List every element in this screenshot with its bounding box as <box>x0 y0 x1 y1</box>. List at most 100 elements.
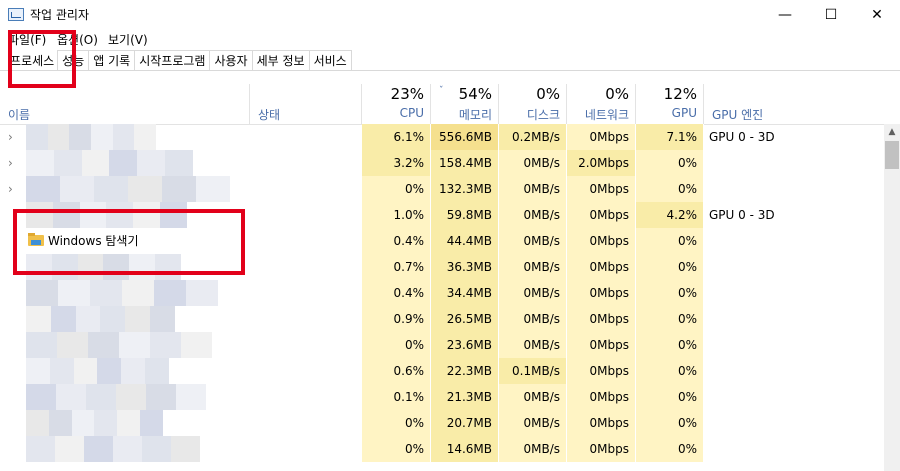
gpu-value: 0% <box>636 410 704 436</box>
gpu-label: GPU <box>671 106 697 120</box>
gpu-value: 0% <box>636 384 704 410</box>
process-row[interactable]: 0% 14.6MB 0MB/s 0Mbps 0% <box>0 436 884 462</box>
net-value: 0Mbps <box>567 176 636 202</box>
cpu-value: 0% <box>362 176 431 202</box>
maximize-button[interactable]: ☐ <box>808 0 854 30</box>
vertical-scrollbar[interactable]: ▲ <box>884 124 900 471</box>
redacted-process-name <box>26 124 157 150</box>
mem-value: 23.6MB <box>431 332 499 358</box>
net-value: 0Mbps <box>567 228 636 254</box>
process-row[interactable]: 0.1% 21.3MB 0MB/s 0Mbps 0% <box>0 384 884 410</box>
menu-view[interactable]: 보기(V) <box>108 31 148 48</box>
column-gpu-engine[interactable]: GPU 엔진 <box>704 84 884 124</box>
disk-total-pct: 0% <box>536 85 560 103</box>
mem-value: 22.3MB <box>431 358 499 384</box>
gpu-value: 0% <box>636 436 704 462</box>
tab-app-history[interactable]: 앱 기록 <box>88 50 136 70</box>
cpu-value: 1.0% <box>362 202 431 228</box>
mem-value: 36.3MB <box>431 254 499 280</box>
gpu-value: 0% <box>636 228 704 254</box>
scroll-up-arrow-icon[interactable]: ▲ <box>884 124 900 140</box>
column-gpu[interactable]: 12% GPU <box>636 84 704 124</box>
process-row[interactable]: › 3.2% 158.4MB 0MB/s 2.0Mbps 0% <box>0 150 884 176</box>
tab-details[interactable]: 세부 정보 <box>251 50 310 70</box>
sort-down-icon: ˇ <box>439 86 444 96</box>
column-name[interactable]: 이름 <box>0 84 250 124</box>
net-value: 0Mbps <box>567 202 636 228</box>
mem-value: 21.3MB <box>431 384 499 410</box>
window-title: 작업 관리자 <box>30 8 90 22</box>
scroll-thumb[interactable] <box>885 141 899 169</box>
cpu-value: 6.1% <box>362 124 431 150</box>
gpu-engine-value: GPU 0 - 3D <box>709 130 775 144</box>
disk-value: 0MB/s <box>499 332 567 358</box>
redacted-process-name <box>26 410 163 436</box>
cpu-value: 0.4% <box>362 228 431 254</box>
process-row[interactable]: › 6.1% 556.6MB 0.2MB/s 0Mbps 7.1% GPU 0 - 3D <box>0 124 884 150</box>
tab-divider <box>0 70 900 71</box>
process-row[interactable]: 0% 23.6MB 0MB/s 0Mbps 0% <box>0 332 884 358</box>
disk-value: 0MB/s <box>499 410 567 436</box>
disk-value: 0MB/s <box>499 384 567 410</box>
cpu-label: CPU <box>399 106 424 120</box>
net-value: 0Mbps <box>567 384 636 410</box>
column-memory[interactable]: ˇ 54% 메모리 <box>431 84 499 124</box>
disk-value: 0MB/s <box>499 436 567 462</box>
process-row[interactable]: 0.6% 22.3MB 0.1MB/s 0Mbps 0% <box>0 358 884 384</box>
net-value: 0Mbps <box>567 436 636 462</box>
column-disk[interactable]: 0% 디스크 <box>499 84 567 124</box>
gpu-engine-label: GPU 엔진 <box>712 108 764 122</box>
memory-total-pct: 54% <box>458 85 492 103</box>
minimize-button[interactable]: — <box>762 0 808 30</box>
column-cpu[interactable]: 23% CPU <box>362 84 431 124</box>
cpu-value: 3.2% <box>362 150 431 176</box>
process-row[interactable]: 0.9% 26.5MB 0MB/s 0Mbps 0% <box>0 306 884 332</box>
highlight-box-processes-tab <box>8 30 76 88</box>
net-value: 0Mbps <box>567 332 636 358</box>
column-status-label: 상태 <box>258 108 281 122</box>
redacted-process-name <box>26 332 212 358</box>
expand-chevron-icon[interactable]: › <box>8 176 13 202</box>
gpu-value: 0% <box>636 280 704 306</box>
tab-users[interactable]: 사용자 <box>209 50 253 70</box>
redacted-process-name <box>26 306 175 332</box>
process-row[interactable]: › 0% 132.3MB 0MB/s 0Mbps 0% <box>0 176 884 202</box>
tab-startup[interactable]: 시작프로그램 <box>134 50 211 70</box>
close-button[interactable]: ✕ <box>854 0 900 30</box>
menu-bar: 파일(F) 옵션(O) 보기(V) <box>0 30 900 48</box>
disk-value: 0MB/s <box>499 254 567 280</box>
column-network[interactable]: 0% 네트워크 <box>567 84 636 124</box>
column-header: 이름 상태 23% CPU ˇ 54% 메모리 0% 디스크 0% 네트워크 1… <box>0 84 900 125</box>
gpu-value: 0% <box>636 358 704 384</box>
disk-value: 0MB/s <box>499 176 567 202</box>
net-value: 0Mbps <box>567 280 636 306</box>
gpu-engine-value: GPU 0 - 3D <box>709 208 775 222</box>
gpu-value: 0% <box>636 150 704 176</box>
gpu-value: 0% <box>636 306 704 332</box>
column-name-label: 이름 <box>8 108 31 122</box>
mem-value: 34.4MB <box>431 280 499 306</box>
gpu-value: 0% <box>636 332 704 358</box>
mem-value: 14.6MB <box>431 436 499 462</box>
redacted-process-name <box>26 176 230 202</box>
column-status[interactable]: 상태 <box>250 84 362 124</box>
cpu-value: 0% <box>362 410 431 436</box>
title-bar: 작업 관리자 — ☐ ✕ <box>0 0 900 30</box>
mem-value: 158.4MB <box>431 150 499 176</box>
process-row[interactable]: 0% 20.7MB 0MB/s 0Mbps 0% <box>0 410 884 436</box>
mem-value: 59.8MB <box>431 202 499 228</box>
disk-value: 0.1MB/s <box>499 358 567 384</box>
mem-value: 20.7MB <box>431 410 499 436</box>
mem-value: 132.3MB <box>431 176 499 202</box>
net-value: 0Mbps <box>567 410 636 436</box>
redacted-process-name <box>26 358 169 384</box>
expand-chevron-icon[interactable]: › <box>8 150 13 176</box>
cpu-value: 0.6% <box>362 358 431 384</box>
task-manager-icon <box>8 8 24 21</box>
expand-chevron-icon[interactable]: › <box>8 124 13 150</box>
process-row[interactable]: 0.4% 34.4MB 0MB/s 0Mbps 0% <box>0 280 884 306</box>
gpu-total-pct: 12% <box>663 85 697 103</box>
cpu-value: 0.7% <box>362 254 431 280</box>
gpu-value: 0% <box>636 176 704 202</box>
tab-services[interactable]: 서비스 <box>308 50 352 70</box>
